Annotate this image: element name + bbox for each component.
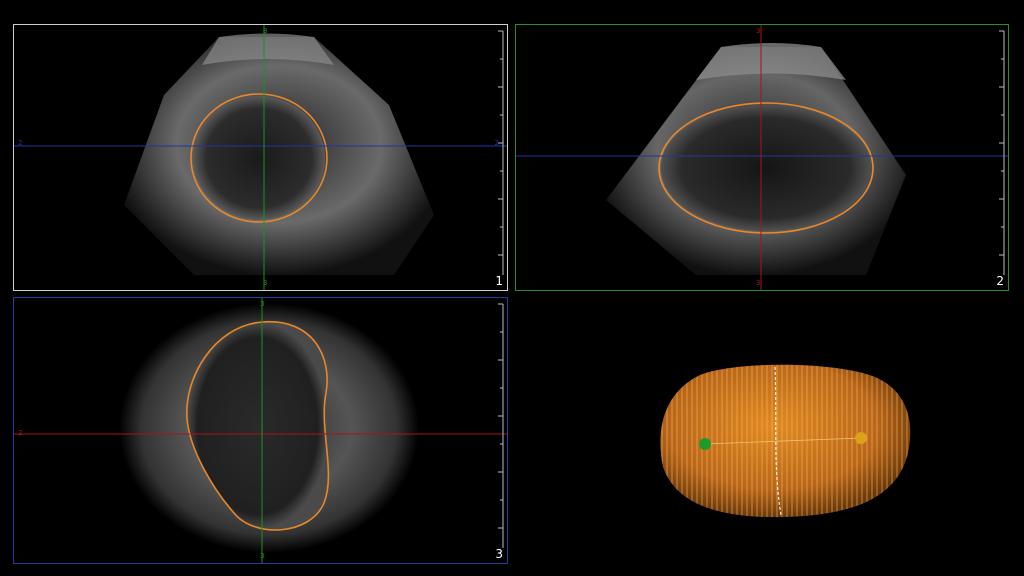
bottom-mark: 3 xyxy=(260,552,265,560)
right-mark: 2 xyxy=(494,139,499,147)
view-number: 1 xyxy=(495,274,503,288)
bladder-lumen xyxy=(661,105,871,231)
left-marker-icon[interactable] xyxy=(699,438,711,450)
right-marker-icon[interactable] xyxy=(855,432,867,444)
depth-ruler xyxy=(498,30,504,275)
bladder-3d-model[interactable] xyxy=(515,297,1009,564)
top-mark: 3 xyxy=(260,300,265,308)
ultrasound-image-2 xyxy=(516,25,1008,290)
bladder-lumen xyxy=(193,96,325,220)
bottom-mark: 3 xyxy=(756,279,761,287)
left-mark: 2 xyxy=(18,429,23,437)
viewport-3[interactable]: 3 3 2 3 xyxy=(13,297,508,564)
view-number: 3 xyxy=(495,547,503,561)
left-mark: 2 xyxy=(18,139,23,147)
ultrasound-image-3 xyxy=(14,298,507,563)
ultrasound-image-1 xyxy=(14,25,507,290)
top-mark: 3 xyxy=(263,27,268,35)
top-mark: 3 xyxy=(756,27,761,35)
viewport-2[interactable]: 3 3 2 xyxy=(515,24,1009,291)
depth-ruler xyxy=(999,30,1005,275)
model-mesh xyxy=(660,364,911,518)
viewport-3d-render[interactable] xyxy=(515,297,1009,564)
depth-ruler xyxy=(498,303,504,548)
bottom-mark: 3 xyxy=(263,279,268,287)
view-number: 2 xyxy=(996,274,1004,288)
viewport-1[interactable]: 3 3 2 2 1 xyxy=(13,24,508,291)
